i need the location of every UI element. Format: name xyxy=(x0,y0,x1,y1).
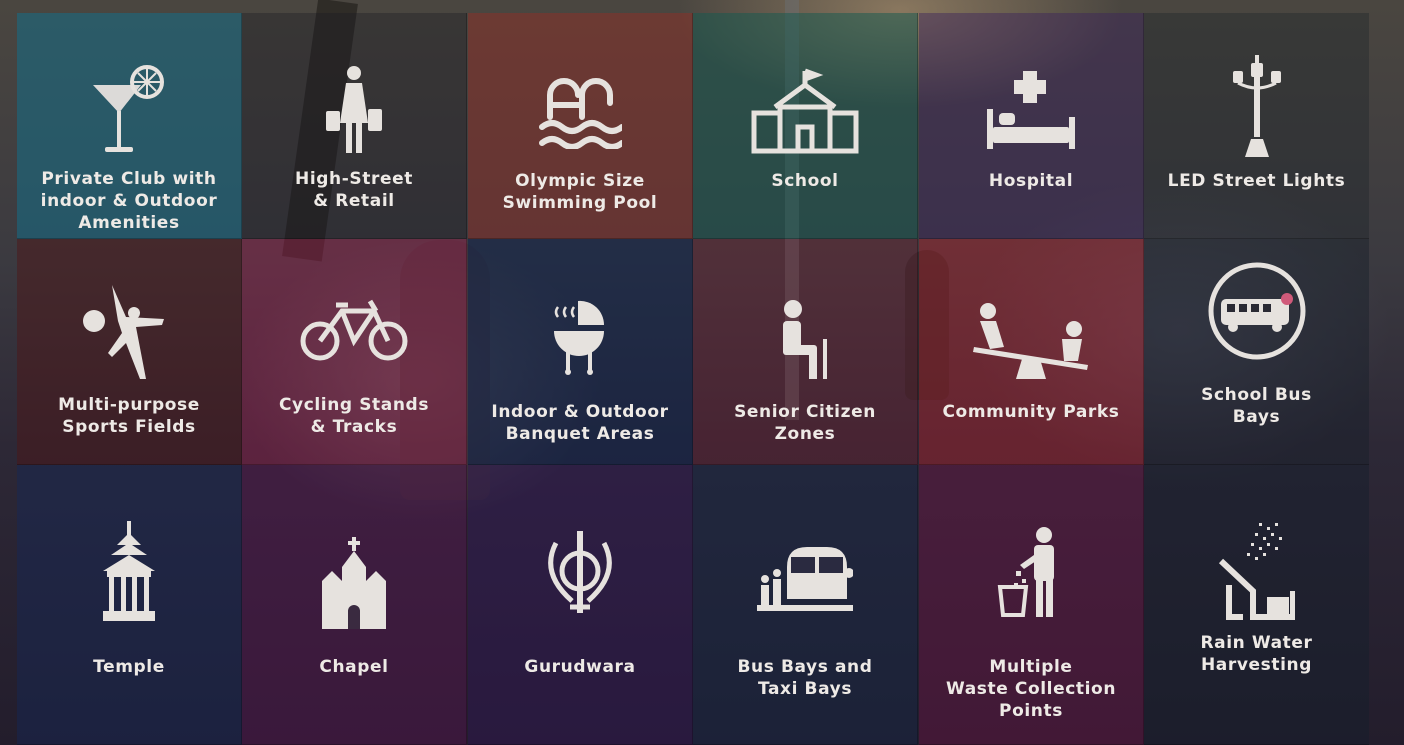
chapel-icon xyxy=(242,537,466,629)
rain-harvesting-icon xyxy=(1144,521,1369,621)
amenity-label: Multiple Waste Collection Points xyxy=(945,657,1117,721)
seesaw-icon xyxy=(919,303,1143,379)
amenity-label: Indoor & Outdoor Banquet Areas xyxy=(491,402,669,444)
amenity-tile-swimming-pool: Olympic Size Swimming Pool xyxy=(468,13,693,239)
amenity-label: Private Club with indoor & Outdoor Ameni… xyxy=(40,169,218,233)
amenity-tile-street-lights: LED Street Lights xyxy=(1144,13,1369,239)
amenity-label: School Bus Bays xyxy=(1201,385,1312,427)
amenity-label: Chapel xyxy=(319,657,389,677)
barbecue-grill-icon xyxy=(468,297,692,375)
pool-icon xyxy=(468,73,692,149)
shopper-icon xyxy=(242,65,466,157)
amenity-label: Hospital xyxy=(988,171,1074,191)
amenity-tile-sports-fields: Multi-purpose Sports Fields xyxy=(17,239,242,465)
amenity-tile-gurudwara: Gurudwara xyxy=(468,465,693,745)
amenity-label: School xyxy=(771,171,839,191)
amenity-tile-high-street: High-Street & Retail xyxy=(242,13,467,239)
amenity-tile-school-bus: School Bus Bays xyxy=(1144,239,1369,465)
amenity-tile-banquet: Indoor & Outdoor Banquet Areas xyxy=(468,239,693,465)
school-bus-icon xyxy=(1144,261,1369,361)
amenity-tile-senior-citizen: Senior Citizen Zones xyxy=(693,239,918,465)
amenity-label: Senior Citizen Zones xyxy=(734,402,876,444)
amenity-label: Olympic Size Swimming Pool xyxy=(502,171,658,213)
khanda-icon xyxy=(468,529,692,617)
amenity-label: Community Parks xyxy=(942,402,1120,422)
street-lamp-icon xyxy=(1144,53,1369,159)
amenity-label: Multi-purpose Sports Fields xyxy=(58,395,200,437)
amenity-label: Gurudwara xyxy=(524,657,636,677)
cocktail-icon xyxy=(17,65,241,157)
amenity-tile-waste-collection: Multiple Waste Collection Points xyxy=(919,465,1144,745)
amenity-label: Cycling Stands & Tracks xyxy=(278,395,430,437)
school-building-icon xyxy=(693,67,917,155)
bus-stop-icon xyxy=(693,543,917,611)
amenity-label: LED Street Lights xyxy=(1167,171,1346,191)
amenity-label: Temple xyxy=(93,657,165,677)
waste-bin-icon xyxy=(919,527,1143,617)
amenity-tile-temple: Temple xyxy=(17,465,242,745)
temple-icon xyxy=(17,521,241,623)
senior-citizen-icon xyxy=(693,299,917,381)
sports-player-icon xyxy=(17,281,241,381)
amenity-label: Rain Water Harvesting xyxy=(1200,633,1313,675)
amenity-label: High-Street & Retail xyxy=(295,169,413,211)
amenity-tile-private-club: Private Club with indoor & Outdoor Ameni… xyxy=(17,13,242,239)
amenities-grid: Private Club with indoor & Outdoor Ameni… xyxy=(17,13,1404,745)
amenity-label: Bus Bays and Taxi Bays xyxy=(737,657,873,699)
amenity-tile-rain-water: Rain Water Harvesting xyxy=(1144,465,1369,745)
amenity-tile-bus-bays: Bus Bays and Taxi Bays xyxy=(693,465,918,745)
amenity-tile-community-parks: Community Parks xyxy=(919,239,1144,465)
amenity-tile-chapel: Chapel xyxy=(242,465,467,745)
bicycle-icon xyxy=(242,297,466,363)
amenity-tile-cycling: Cycling Stands & Tracks xyxy=(242,239,467,465)
amenity-tile-school: School xyxy=(693,13,918,239)
amenity-tile-hospital: Hospital xyxy=(919,13,1144,239)
hospital-bed-icon xyxy=(919,69,1143,151)
